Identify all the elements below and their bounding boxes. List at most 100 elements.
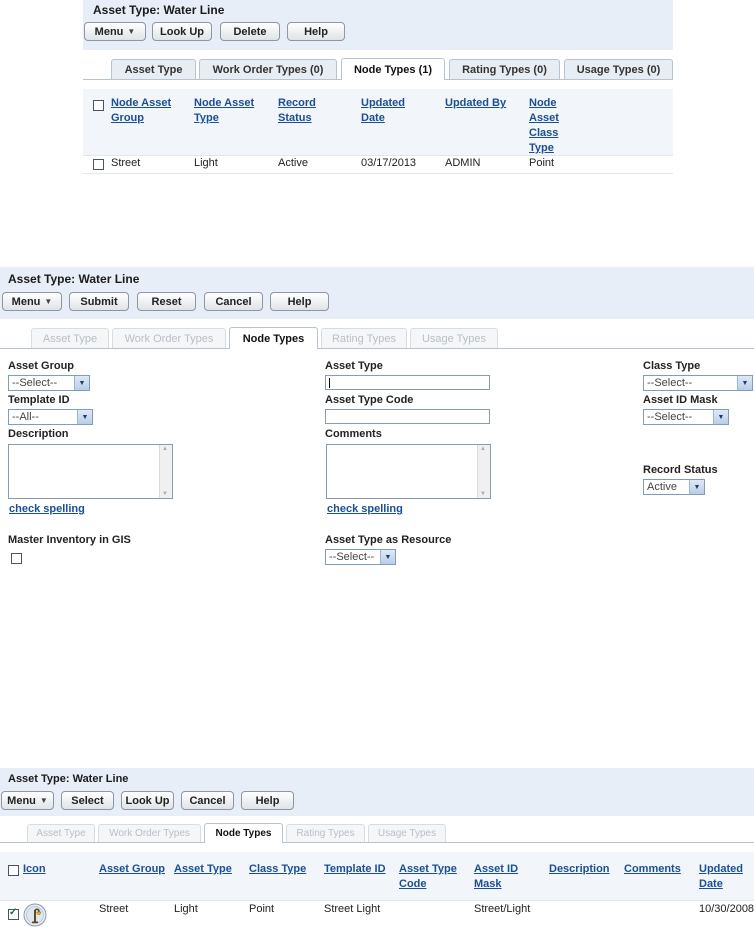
panel3-title: Asset Type: Water Line (8, 773, 129, 785)
panel3-help-button[interactable]: Help (241, 791, 294, 810)
chevron-down-icon: ▼ (77, 410, 92, 424)
panel1-menu-button[interactable]: Menu ▼ (84, 22, 146, 41)
comments-check-spelling-link[interactable]: check spelling (327, 503, 403, 515)
row-updated-date: 10/30/2008 (699, 903, 754, 915)
tab-divider (0, 348, 229, 349)
col-updated-date[interactable]: Updated Date (361, 96, 431, 126)
panel2-reset-button[interactable]: Reset (137, 292, 196, 311)
panel2-submit-button[interactable]: Submit (69, 292, 129, 311)
panel1-select-all-checkbox[interactable] (93, 100, 104, 111)
panel3-select-button[interactable]: Select (61, 791, 114, 810)
asset-type-code-input[interactable] (325, 409, 490, 424)
asset-id-mask-label: Asset ID Mask (643, 394, 718, 406)
class-type-value: --Select-- (647, 377, 693, 389)
class-type-select[interactable]: --Select-- ▼ (643, 375, 753, 391)
panel2-tab-usage-types: Usage Types (410, 328, 498, 348)
panel2-help-button[interactable]: Help (270, 292, 329, 311)
row-node-asset-group: Street (111, 157, 141, 169)
chevron-down-icon: ▼ (44, 297, 53, 306)
col-comments[interactable]: Comments (624, 862, 681, 877)
col-asset-type-code[interactable]: Asset Type Code (399, 862, 459, 892)
col-node-asset-group[interactable]: Node Asset Group (111, 96, 186, 126)
table-row[interactable]: Street Light Active 03/17/2013 ADMIN Poi… (83, 156, 673, 172)
tab-divider (283, 842, 754, 843)
col-icon[interactable]: Icon (23, 862, 46, 877)
row-asset-group: Street (99, 903, 129, 915)
panel3-select-all-checkbox[interactable] (8, 865, 19, 876)
col-node-asset-type[interactable]: Node Asset Type (194, 96, 269, 126)
chevron-down-icon: ▼ (39, 796, 48, 805)
chevron-down-icon: ▼ (713, 410, 728, 424)
panel1-help-button[interactable]: Help (287, 22, 345, 41)
panel3-menu-button[interactable]: Menu ▼ (1, 791, 54, 810)
panel3-lookup-button[interactable]: Look Up (121, 791, 174, 810)
panel2-title: Asset Type: Water Line (8, 272, 140, 286)
panel1-lookup-button[interactable]: Look Up (152, 22, 212, 41)
panel1-tab-node-types[interactable]: Node Types (1) (341, 58, 445, 80)
class-type-label: Class Type (643, 360, 701, 372)
comments-textarea[interactable] (326, 444, 491, 499)
asset-group-select[interactable]: --Select-- ▼ (8, 375, 90, 391)
master-inventory-label: Master Inventory in GIS (8, 534, 131, 546)
panel1-title: Asset Type: Water Line (93, 3, 225, 17)
col-description[interactable]: Description (549, 862, 610, 877)
row-template-id: Street Light (324, 903, 381, 915)
col-asset-id-mask[interactable]: Asset ID Mask (474, 862, 534, 892)
description-textarea[interactable] (8, 444, 173, 499)
template-id-value: --All-- (12, 411, 39, 423)
panel1-tab-usage-types[interactable]: Usage Types (0) (564, 59, 673, 79)
streetlight-icon-graphic (23, 903, 47, 927)
asset-id-mask-select[interactable]: --Select-- ▼ (643, 409, 729, 425)
panel3-cancel-button[interactable]: Cancel (181, 791, 234, 810)
record-status-select[interactable]: Active ▼ (643, 479, 705, 495)
textarea-scrollbar[interactable] (477, 445, 490, 498)
asset-group-label: Asset Group (8, 360, 75, 372)
col-asset-group[interactable]: Asset Group (99, 862, 165, 877)
row-updated-date: 03/17/2013 (361, 157, 417, 169)
panel2-tab-rating-types: Rating Types (321, 328, 407, 348)
col-template-id[interactable]: Template ID (324, 862, 386, 877)
panel3-tab-usage-types: Usage Types (368, 824, 446, 842)
asset-type-resource-select[interactable]: --Select-- ▼ (325, 549, 396, 565)
panel2-tab-asset-type: Asset Type (31, 328, 109, 348)
row-checkbox[interactable] (8, 907, 19, 920)
asset-id-mask-value: --Select-- (647, 411, 693, 423)
panel2-cancel-button[interactable]: Cancel (204, 292, 263, 311)
panel1-tab-rating-types[interactable]: Rating Types (0) (449, 59, 560, 79)
row-checkbox[interactable] (93, 159, 104, 170)
panel2-tab-node-types[interactable]: Node Types (229, 327, 318, 349)
menu-label: Menu (7, 794, 36, 807)
template-id-select[interactable]: --All-- ▼ (8, 409, 93, 425)
panel2-tab-work-order-types: Work Order Types (112, 328, 226, 348)
text-cursor (329, 378, 330, 388)
textarea-scrollbar[interactable] (159, 445, 172, 498)
asset-type-label: Asset Type (325, 360, 383, 372)
menu-label: Menu (94, 25, 124, 38)
asset-type-code-label: Asset Type Code (325, 394, 414, 406)
panel1-delete-button[interactable]: Delete (220, 22, 280, 41)
col-asset-type[interactable]: Asset Type (174, 862, 232, 877)
asset-type-resource-value: --Select-- (329, 551, 375, 563)
description-check-spelling-link[interactable]: check spelling (9, 503, 85, 515)
panel1-tab-asset-type[interactable]: Asset Type (111, 59, 196, 79)
row-updated-by: ADMIN (445, 157, 481, 169)
master-inventory-checkbox[interactable] (11, 553, 22, 564)
col-updated-date[interactable]: Updated Date (699, 862, 754, 892)
asset-type-input[interactable] (325, 375, 490, 390)
row-divider (83, 173, 673, 174)
tab-divider (83, 79, 341, 80)
panel2-menu-button[interactable]: Menu ▼ (2, 292, 62, 311)
panel3-tab-asset-type: Asset Type (27, 824, 95, 842)
panel1-tab-work-order-types[interactable]: Work Order Types (0) (199, 59, 337, 79)
row-class-type: Point (529, 157, 555, 169)
panel3-tab-work-order-types: Work Order Types (98, 824, 201, 842)
table-row[interactable]: Street Light Point Street Light Street/L… (0, 901, 754, 929)
panel3-tab-node-types[interactable]: Node Types (204, 823, 283, 843)
col-node-asset-class-type[interactable]: Node Asset Class Type (529, 96, 569, 156)
col-class-type[interactable]: Class Type (249, 862, 306, 877)
chevron-down-icon: ▼ (737, 376, 752, 390)
asset-type-resource-label: Asset Type as Resource (325, 534, 452, 546)
col-updated-by[interactable]: Updated By (445, 96, 520, 111)
col-record-status[interactable]: Record Status (278, 96, 348, 126)
chevron-down-icon: ▼ (380, 550, 395, 564)
